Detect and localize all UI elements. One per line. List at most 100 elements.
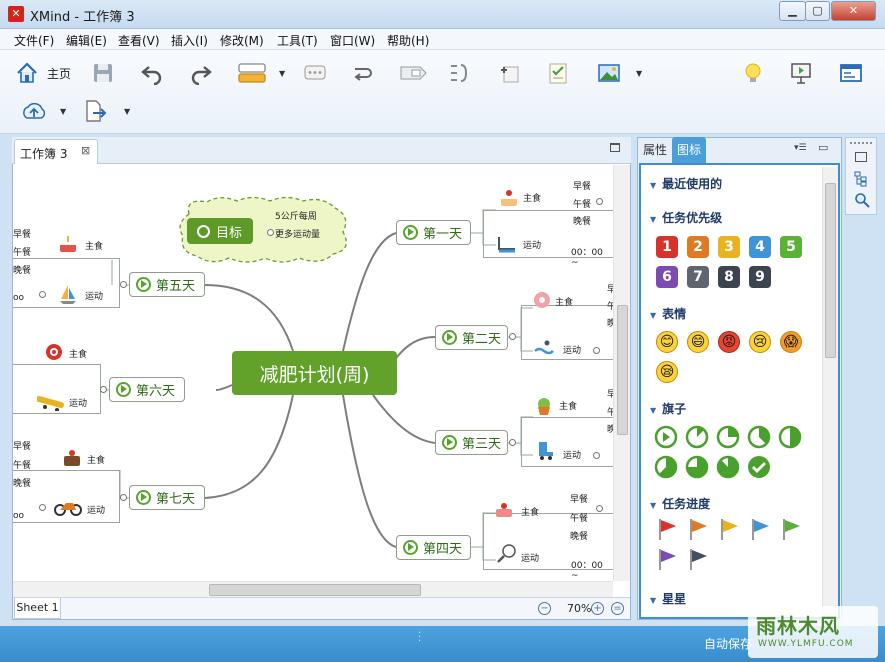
layout-icon[interactable]: [838, 60, 864, 86]
sport-label[interactable]: 运动: [523, 238, 541, 251]
priority-3-icon[interactable]: 3: [718, 236, 740, 258]
sport-label[interactable]: 运动: [521, 551, 539, 564]
zoom-fit-icon[interactable]: =: [611, 602, 624, 615]
horizontal-scrollbar[interactable]: [13, 581, 613, 597]
meal-item[interactable]: 午餐: [13, 245, 31, 258]
meal-label[interactable]: 主食: [87, 453, 105, 466]
panel-minimize-icon[interactable]: ▭: [818, 141, 828, 154]
workbook-tab[interactable]: 工作簿 3 ⊠: [14, 139, 98, 164]
minimize-button[interactable]: ▁: [779, 1, 806, 21]
collapse-toggle[interactable]: [120, 494, 127, 501]
topic-day1[interactable]: 第一天: [396, 220, 471, 245]
goal-item[interactable]: 更多运动量: [275, 227, 320, 240]
horizontal-scroll-thumb[interactable]: [209, 584, 421, 596]
topic-day7[interactable]: 第七天: [129, 485, 205, 510]
collapse-toggle[interactable]: [509, 439, 516, 446]
priority-4-icon[interactable]: 4: [749, 236, 771, 258]
menu-edit[interactable]: 编辑(E): [66, 32, 107, 49]
sport-label[interactable]: 运动: [69, 396, 87, 409]
section-progress[interactable]: 旗子: [650, 400, 686, 417]
zoom-in-icon[interactable]: +: [591, 602, 604, 615]
section-flag[interactable]: 任务进度: [650, 495, 710, 512]
priority-2-icon[interactable]: 2: [687, 236, 709, 258]
meal-item[interactable]: 晚餐: [570, 529, 588, 542]
panel-scrollbar[interactable]: [822, 167, 838, 617]
menu-help[interactable]: 帮助(H): [387, 32, 429, 49]
presentation-icon[interactable]: [788, 60, 814, 86]
sport-label[interactable]: 运动: [85, 289, 103, 302]
meal-label[interactable]: 主食: [555, 295, 573, 308]
meal-item[interactable]: 早餐: [13, 439, 31, 452]
outline-icon[interactable]: [854, 171, 868, 187]
meal-item[interactable]: 晚餐: [13, 263, 31, 276]
menu-file[interactable]: 文件(F): [14, 32, 54, 49]
topic-day5[interactable]: 第五天: [129, 272, 205, 297]
collapse-toggle[interactable]: [39, 504, 46, 511]
meal-item[interactable]: 晚餐: [573, 214, 591, 227]
menu-view[interactable]: 查看(V): [118, 32, 160, 49]
priority-1-icon[interactable]: 1: [656, 236, 678, 258]
sport-label[interactable]: 运动: [563, 448, 581, 461]
restore-icon[interactable]: [855, 152, 867, 162]
meal-item[interactable]: 晚餐: [13, 476, 31, 489]
collapse-toggle[interactable]: [120, 281, 127, 288]
priority-9-icon[interactable]: 9: [749, 266, 771, 288]
menu-modify[interactable]: 修改(M): [220, 32, 264, 49]
tab-properties[interactable]: 属性: [638, 137, 672, 163]
menu-tools[interactable]: 工具(T): [277, 32, 318, 49]
cry-face-icon[interactable]: 😢: [749, 331, 771, 353]
sheet-tab[interactable]: Sheet 1: [14, 598, 61, 619]
meal-label[interactable]: 主食: [85, 239, 103, 252]
task-progress-icons[interactable]: [654, 425, 814, 481]
close-tab-icon[interactable]: ⊠: [81, 144, 90, 157]
collapse-toggle[interactable]: [267, 229, 274, 236]
close-button[interactable]: ✕: [831, 1, 876, 21]
section-recent[interactable]: 最近使用的: [650, 175, 722, 192]
meal-item[interactable]: 早餐: [13, 227, 31, 240]
upload-icon[interactable]: [20, 98, 48, 124]
meal-label[interactable]: 主食: [521, 505, 539, 518]
collapse-toggle[interactable]: [509, 333, 516, 340]
task-icon[interactable]: [545, 60, 571, 86]
meal-item[interactable]: 午餐: [13, 458, 31, 471]
collapse-toggle[interactable]: [39, 291, 46, 298]
meal-item[interactable]: 午餐: [570, 511, 588, 524]
image-icon[interactable]: [596, 60, 622, 86]
priority-5-icon[interactable]: 5: [780, 236, 802, 258]
summary-icon[interactable]: [446, 60, 472, 86]
callout-icon[interactable]: [302, 60, 328, 86]
meal-label[interactable]: 主食: [69, 347, 87, 360]
marker-icon[interactable]: [497, 60, 523, 86]
collapse-toggle[interactable]: [596, 505, 603, 512]
collapse-toggle[interactable]: [100, 386, 107, 393]
topic-day4[interactable]: 第四天: [396, 535, 471, 560]
collapse-toggle[interactable]: [593, 452, 600, 459]
section-priority[interactable]: 任务优先级: [650, 209, 722, 226]
panel-menu-icon[interactable]: ▾☰: [794, 143, 807, 153]
goal-item[interactable]: 5公斤每周: [275, 209, 317, 222]
topic-icon[interactable]: [237, 60, 267, 86]
panel-scroll-thumb[interactable]: [825, 183, 836, 358]
meal-item[interactable]: 早餐: [573, 179, 591, 192]
idea-icon[interactable]: [740, 60, 766, 86]
redo-icon[interactable]: [188, 60, 214, 86]
topic-day2[interactable]: 第二天: [435, 325, 508, 350]
collapse-toggle[interactable]: [596, 198, 603, 205]
undo-icon[interactable]: [139, 60, 165, 86]
boundary-icon[interactable]: [398, 60, 428, 86]
upload-dropdown-icon[interactable]: ▼: [60, 107, 70, 117]
export-dropdown-icon[interactable]: ▼: [124, 107, 134, 117]
vertical-scrollbar[interactable]: [613, 165, 630, 581]
meal-label[interactable]: 主食: [523, 191, 541, 204]
meal-label[interactable]: 主食: [559, 399, 577, 412]
menu-insert[interactable]: 插入(I): [171, 32, 208, 49]
sport-label[interactable]: 运动: [563, 343, 581, 356]
sleepy-face-icon[interactable]: 😪: [656, 361, 678, 383]
vertical-scroll-thumb[interactable]: [617, 305, 628, 435]
goal-node[interactable]: 目标: [187, 218, 253, 244]
collapse-toggle[interactable]: [593, 347, 600, 354]
zoom-out-icon[interactable]: −: [538, 602, 551, 615]
topic-dropdown-icon[interactable]: ▼: [279, 69, 289, 79]
angry-face-icon[interactable]: 😡: [718, 331, 740, 353]
section-star[interactable]: 星星: [650, 590, 686, 607]
